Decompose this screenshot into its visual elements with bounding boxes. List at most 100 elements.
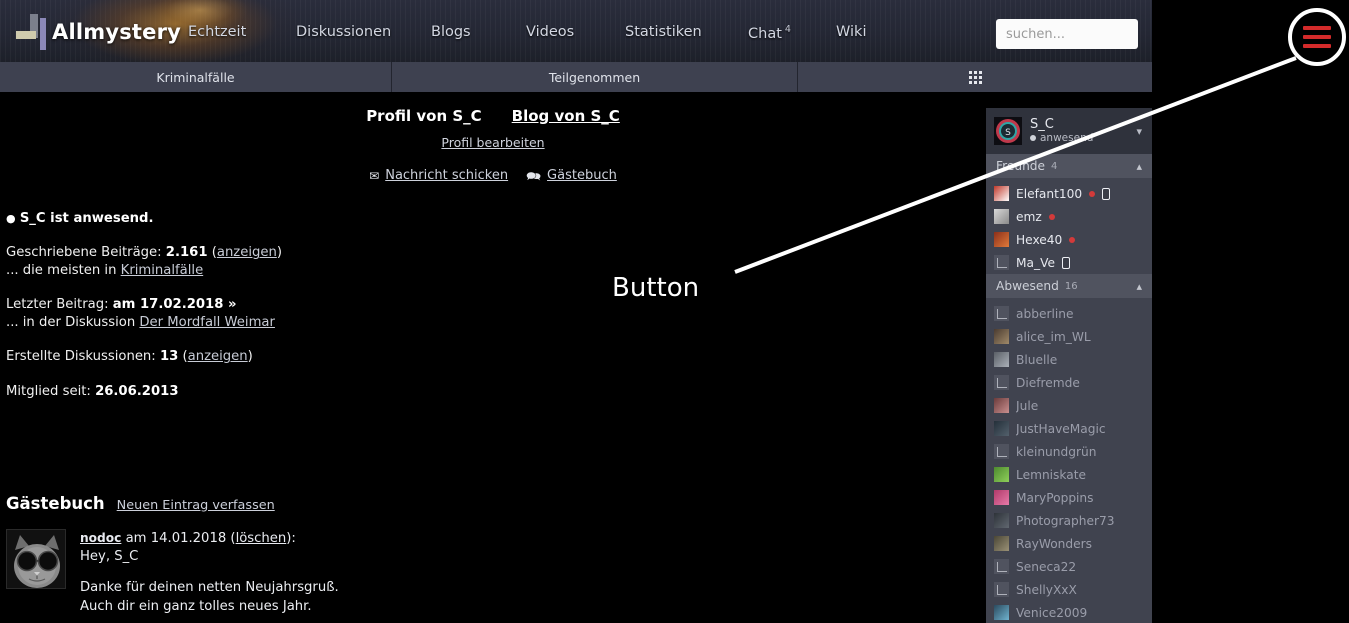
friend-row-alice_im_WL[interactable]: alice_im_WL: [986, 325, 1152, 348]
friends-label: Freunde: [996, 159, 1045, 173]
friend-name: Seneca22: [1016, 560, 1076, 574]
tab-teilgenommen[interactable]: Teilgenommen: [392, 62, 798, 92]
friend-name: emz: [1016, 210, 1042, 224]
friends-sidebar: S S_C anwesend ▾ Freunde 4 ▴ Elefant100 e…: [986, 108, 1152, 623]
friend-row-Bluelle[interactable]: Bluelle: [986, 348, 1152, 371]
nav-item-wiki[interactable]: Wiki: [836, 24, 866, 40]
section-header-away[interactable]: Abwesend 16 ▴: [986, 274, 1152, 298]
placeholder-avatar: [994, 559, 1009, 574]
nav-item-label: Wiki: [836, 24, 866, 40]
chevron-up-icon[interactable]: ▴: [1136, 160, 1142, 173]
friend-row-Diefremde[interactable]: Diefremde: [986, 371, 1152, 394]
nav-item-badge: 4: [785, 24, 791, 35]
justhavemagic-avatar: [994, 421, 1009, 436]
guestbook-author-link[interactable]: nodoc: [80, 531, 121, 545]
edit-profile-link[interactable]: Profil bearbeiten: [441, 135, 544, 150]
member-since-value: 26.06.2013: [95, 384, 178, 399]
friend-row-Hexe40[interactable]: Hexe40: [986, 228, 1152, 251]
envelope-icon: ✉: [369, 170, 379, 182]
current-user-row[interactable]: S S_C anwesend ▾: [986, 108, 1152, 154]
guestbook-action[interactable]: 🗪 Gästebuch: [526, 168, 617, 183]
threads-line: Erstellte Diskussionen: 13 (anzeigen): [6, 348, 606, 365]
nav-item-label: Statistiken: [625, 24, 702, 40]
emz-avatar: [994, 209, 1009, 224]
guestbook-delete-link[interactable]: löschen: [236, 531, 287, 546]
last-post-value: am 17.02.2018 »: [113, 297, 237, 312]
search-input[interactable]: [996, 19, 1138, 49]
friend-name: JustHaveMagic: [1016, 422, 1106, 436]
placeholder-avatar: [994, 375, 1009, 390]
posts-show-link[interactable]: anzeigen: [217, 245, 277, 260]
nav-item-label: Blogs: [431, 24, 471, 40]
placeholder-avatar: [994, 306, 1009, 321]
hamburger-menu-icon[interactable]: [1303, 26, 1331, 48]
tab-teilgenommen-label: Teilgenommen: [549, 70, 640, 85]
last-post-thread-link[interactable]: Der Mordfall Weimar: [139, 315, 275, 330]
presence-line: ● S_C ist anwesend.: [6, 210, 606, 227]
posts-most-link[interactable]: Kriminalfälle: [121, 263, 204, 278]
friend-name: kleinundgrün: [1016, 445, 1096, 459]
friend-row-Lemniskate[interactable]: Lemniskate: [986, 463, 1152, 486]
friend-row-kleinundgrün[interactable]: kleinundgrün: [986, 440, 1152, 463]
current-user-name: S_C: [1030, 118, 1093, 133]
send-message-action[interactable]: ✉ Nachricht schicken: [369, 168, 508, 183]
brand-name[interactable]: Allmystery: [52, 20, 181, 44]
nav-item-diskussionen[interactable]: Diskussionen: [296, 24, 391, 40]
friend-row-Jule[interactable]: Jule: [986, 394, 1152, 417]
spacer: [6, 366, 606, 383]
friend-row-MaryPoppins[interactable]: MaryPoppins: [986, 486, 1152, 509]
friend-row-Venice2009[interactable]: Venice2009: [986, 601, 1152, 623]
guestbook-date-prefix: am: [126, 531, 147, 546]
chevron-up-icon[interactable]: ▴: [1136, 280, 1142, 293]
venice2009-avatar: [994, 605, 1009, 620]
section-tabbar: Kriminalfälle Teilgenommen: [0, 62, 1152, 92]
profile-actions: ✉ Nachricht schicken 🗪 Gästebuch: [369, 168, 617, 183]
friend-row-emz[interactable]: emz: [986, 205, 1152, 228]
chevron-down-icon[interactable]: ▾: [1136, 125, 1142, 138]
cat-avatar-svg: [7, 530, 66, 589]
friend-row-Photographer73[interactable]: Photographer73: [986, 509, 1152, 532]
edit-profile-row: Profil bearbeiten: [0, 132, 986, 151]
guestbook-text-line-3: Auch dir ein ganz tolles neues Jahr.: [80, 598, 339, 616]
friend-row-Ma_Ve[interactable]: Ma_Ve: [986, 251, 1152, 274]
send-message-label: Nachricht schicken: [385, 168, 508, 183]
online-friends-list: Elefant100 emz Hexe40 Ma_Ve: [986, 178, 1152, 274]
friend-name: Lemniskate: [1016, 468, 1086, 482]
friend-row-RayWonders[interactable]: RayWonders: [986, 532, 1152, 555]
friend-row-abberline[interactable]: abberline: [986, 302, 1152, 325]
sc-avatar: S: [994, 117, 1022, 145]
threads-count: 13: [160, 349, 178, 364]
profile-stats: ● S_C ist anwesend. Geschriebene Beiträg…: [6, 210, 606, 400]
right-letterbox: [1152, 0, 1349, 623]
allmystery-logo-icon[interactable]: [14, 14, 48, 50]
friend-name: Bluelle: [1016, 353, 1057, 367]
jule-avatar: [994, 398, 1009, 413]
guestbook-text-line-2: Danke für deinen netten Neujahrsgruß.: [80, 579, 339, 597]
friend-row-Seneca22[interactable]: Seneca22: [986, 555, 1152, 578]
tab-grid-view[interactable]: [798, 62, 1152, 92]
tab-kriminalfaelle[interactable]: Kriminalfälle: [0, 62, 392, 92]
guestbook-title: Gästebuch: [6, 494, 105, 513]
guestbook-date: 14.01.2018: [151, 531, 227, 546]
friend-row-Elefant100[interactable]: Elefant100: [986, 182, 1152, 205]
friend-row-JustHaveMagic[interactable]: JustHaveMagic: [986, 417, 1152, 440]
status-dot-icon: [1069, 237, 1075, 243]
friend-row-ShellyXxX[interactable]: ShellyXxX: [986, 578, 1152, 601]
nav-item-label: Chat: [748, 26, 782, 42]
nav-item-echtzeit[interactable]: Echtzeit: [188, 24, 246, 40]
friend-name: Hexe40: [1016, 233, 1062, 247]
new-guestbook-entry-link[interactable]: Neuen Eintrag verfassen: [117, 498, 275, 513]
cat-sunglasses-avatar[interactable]: [6, 529, 66, 589]
nav-item-chat[interactable]: Chat4: [748, 24, 791, 42]
posts-most-line: ... die meisten in Kriminalfälle: [6, 262, 606, 279]
blog-link[interactable]: Blog von S_C: [512, 107, 620, 125]
guestbook-entry-meta: nodoc am 14.01.2018 (löschen):: [80, 530, 339, 548]
threads-show-link[interactable]: anzeigen: [188, 349, 248, 364]
status-dot-icon: [1030, 135, 1036, 141]
nav-item-videos[interactable]: Videos: [526, 24, 574, 40]
nav-item-blogs[interactable]: Blogs: [431, 24, 471, 40]
hexe40-avatar: [994, 232, 1009, 247]
last-post-label: Letzter Beitrag:: [6, 297, 109, 312]
section-header-friends[interactable]: Freunde 4 ▴: [986, 154, 1152, 178]
nav-item-statistiken[interactable]: Statistiken: [625, 24, 702, 40]
